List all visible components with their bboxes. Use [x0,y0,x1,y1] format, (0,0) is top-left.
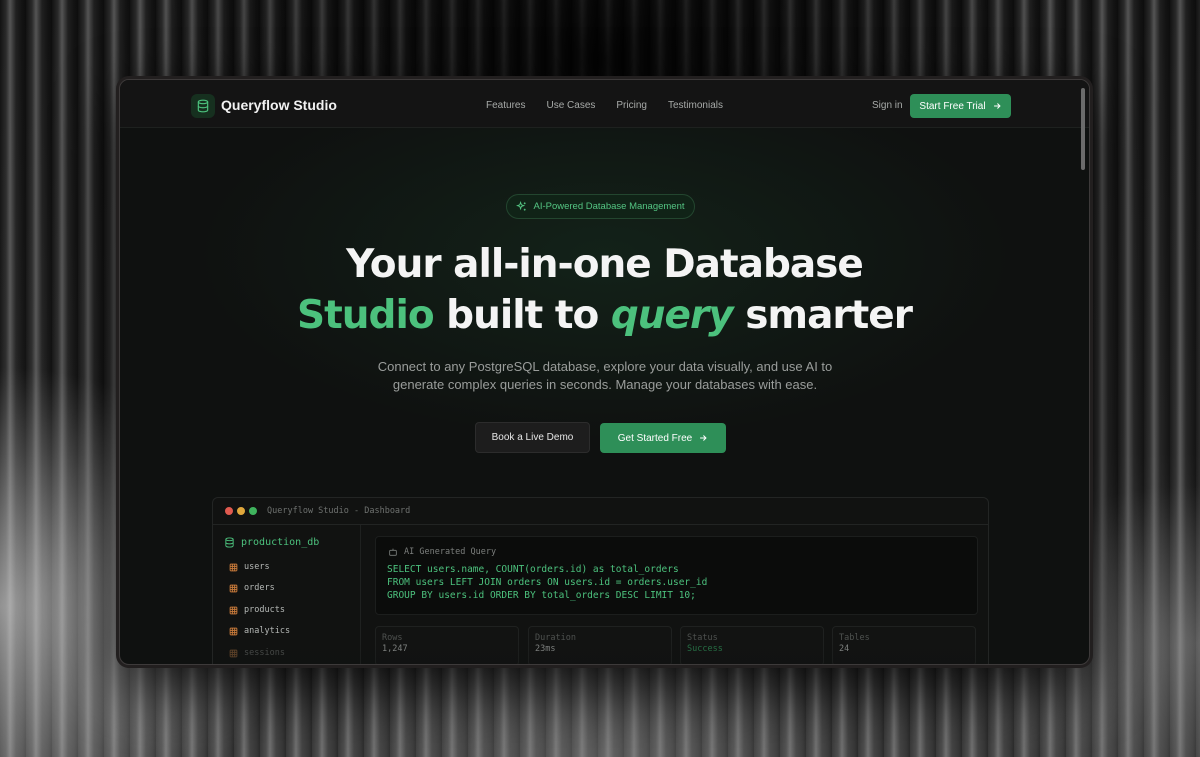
sql-line: FROM users LEFT JOIN orders ON users.id … [387,577,708,588]
scrollbar-thumb[interactable] [1081,88,1085,170]
table-icon [229,649,238,657]
nav-link-pricing[interactable]: Pricing [616,100,647,111]
sidebar-table-orders[interactable]: orders [229,583,275,593]
sparkles-icon [516,201,527,211]
nav-links: Features Use Cases Pricing Testimonials [486,100,723,111]
brand-name[interactable]: Queryflow Studio [221,97,337,113]
hero-subtitle-line-2: generate complex queries in seconds. Man… [392,377,818,392]
headline-query: query [610,293,734,338]
sidebar-table-users[interactable]: users [229,562,270,572]
ai-query-label-text: AI Generated Query [404,547,497,557]
hero-subtitle-line-1: Connect to any PostgreSQL database, expl… [377,359,833,374]
ai-query-label: AI Generated Query [388,547,496,557]
headline-line-2: Studio built to query smarter [120,293,1089,338]
stat-value: Success [687,644,723,654]
headline-line-1: Your all-in-one Database [346,242,864,287]
table-name: users [244,562,270,572]
headline-studio: Studio [297,293,435,338]
table-name: sessions [244,648,285,658]
table-name: analytics [244,626,291,636]
badge-label: AI-Powered Database Management [533,201,685,212]
database-icon [225,537,234,548]
sql-line: GROUP BY users.id ORDER BY total_orders … [387,590,696,601]
stat-value: 1,247 [382,644,408,654]
database-name-label: production_db [241,537,320,548]
headline-built-to: built to [433,293,611,338]
table-icon [229,563,238,571]
sidebar-table-analytics[interactable]: analytics [229,626,290,636]
arrow-right-icon [700,435,707,441]
browser-window: Queryflow Studio Features Use Cases Pric… [119,79,1090,665]
stat-label: Duration [535,633,576,643]
table-icon [229,606,238,614]
get-started-free-button[interactable]: Get Started Free [600,423,726,453]
sidebar-table-products[interactable]: products [229,605,285,615]
start-free-trial-label: Start Free Trial [919,100,986,112]
stat-value: 24 [839,644,850,654]
nav-link-testimonials[interactable]: Testimonials [668,100,723,111]
window-close-dot [225,507,233,515]
table-icon [229,627,238,635]
table-icon [229,584,238,592]
stat-card-duration: Duration 23ms [528,626,672,664]
database-name[interactable]: production_db [224,537,319,548]
stat-label: Status [687,633,718,643]
bot-icon [389,548,397,556]
table-name: products [244,605,285,615]
stat-value: 23ms [535,644,556,654]
database-logo-icon[interactable] [191,94,215,118]
stat-label: Rows [382,633,403,643]
get-started-free-label: Get Started Free [617,432,693,444]
headline-smarter: smarter [732,293,913,338]
ai-query-panel: AI Generated Query SELECT users.name, CO… [375,536,978,615]
stat-card-tables: Tables 24 [832,626,976,664]
sql-line: SELECT users.name, COUNT(orders.id) as t… [387,564,679,575]
sidebar-table-sessions[interactable]: sessions [229,648,285,658]
stat-card-status: Status Success [680,626,824,664]
nav-link-features[interactable]: Features [486,100,525,111]
arrow-right-icon [993,103,1001,109]
ai-powered-badge: AI-Powered Database Management [506,194,695,219]
stat-label: Tables [839,633,870,643]
database-sidebar: production_db users orders products anal… [213,525,361,664]
stat-card-rows: Rows 1,247 [375,626,519,664]
table-name: orders [244,583,275,593]
nav-link-use-cases[interactable]: Use Cases [546,100,595,111]
dashboard-title-bar: Queryflow Studio - Dashboard [213,498,988,525]
book-live-demo-button[interactable]: Book a Live Demo [475,422,590,453]
start-free-trial-button[interactable]: Start Free Trial [910,94,1011,118]
window-maximize-dot [249,507,257,515]
window-minimize-dot [237,507,245,515]
dashboard-preview: Queryflow Studio - Dashboard production_… [212,497,989,664]
top-navbar: Queryflow Studio Features Use Cases Pric… [120,80,1089,128]
dashboard-window-title: Queryflow Studio - Dashboard [267,506,411,516]
sign-in-link[interactable]: Sign in [872,100,903,111]
